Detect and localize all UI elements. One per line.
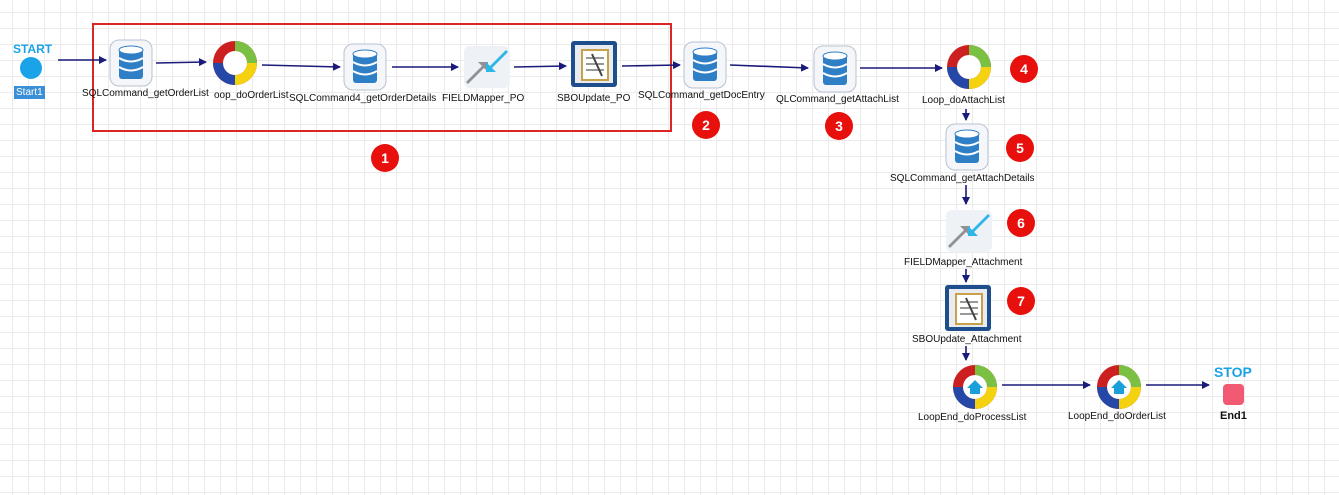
start-tag: Start1 <box>14 86 45 99</box>
node-label: SQLCommand_getAttachDetails <box>890 173 1035 184</box>
edge-n4-n5 <box>513 62 567 71</box>
step-badge-5: 5 <box>1006 134 1034 162</box>
workflow-canvas: START Start1 STOP End1 SQLCommand_getOrd… <box>0 0 1339 495</box>
step-badge-6: 6 <box>1007 209 1035 237</box>
database-icon <box>683 41 727 89</box>
node-label: FIELDMapper_Attachment <box>904 257 1023 268</box>
database-icon <box>109 39 153 87</box>
step-badge-7: 7 <box>1007 287 1035 315</box>
start-node[interactable] <box>20 57 42 79</box>
node-loopend-doprocesslist[interactable] <box>950 362 1000 412</box>
step-badge-2: 2 <box>692 111 720 139</box>
node-sqlcommand-getdocentry[interactable] <box>682 40 732 90</box>
loop-icon <box>213 41 257 85</box>
field-mapper-icon <box>464 46 510 88</box>
node-label: SBOUpdate_Attachment <box>912 334 1022 345</box>
node-label: QLCommand_getAttachList <box>776 94 899 105</box>
edge-n6-n7 <box>729 63 809 72</box>
sbo-update-icon <box>945 285 991 331</box>
sbo-update-icon <box>571 41 617 87</box>
loop-end-icon <box>953 365 997 409</box>
node-label: FIELDMapper_PO <box>442 93 525 104</box>
node-sqlcommand-getorderlist[interactable] <box>108 38 158 88</box>
node-fieldmapper-po[interactable] <box>462 44 512 90</box>
edge-n5-n6 <box>621 61 681 70</box>
field-mapper-icon <box>946 210 992 252</box>
stop-tag: End1 <box>1220 410 1247 422</box>
node-label: LoopEnd_doOrderList <box>1068 411 1166 422</box>
node-sqlcommand4-getorderdetails[interactable] <box>342 42 392 92</box>
step-badge-1: 1 <box>371 144 399 172</box>
node-label: Loop_doAttachList <box>922 95 1005 106</box>
node-loop-doorderlist[interactable] <box>210 38 260 88</box>
step-badge-4: 4 <box>1010 55 1038 83</box>
stop-node[interactable] <box>1223 384 1244 405</box>
stop-title: STOP <box>1214 364 1252 380</box>
database-icon <box>813 45 857 93</box>
database-icon <box>945 123 989 171</box>
node-fieldmapper-attachment[interactable] <box>944 208 994 254</box>
node-label: oop_doOrderList <box>214 90 289 101</box>
loop-end-icon <box>1097 365 1141 409</box>
node-label: SBOUpdate_PO <box>557 93 631 104</box>
edge-n2-n3 <box>261 62 341 71</box>
step-badge-3: 3 <box>825 112 853 140</box>
database-icon <box>343 43 387 91</box>
node-sboupdate-po[interactable] <box>570 40 620 90</box>
node-sboupdate-attachment[interactable] <box>944 284 994 334</box>
loop-icon <box>947 45 991 89</box>
node-label: LoopEnd_doProcessList <box>918 412 1027 423</box>
node-loop-doattachlist[interactable] <box>944 42 994 92</box>
edge-n1-n2 <box>155 58 207 67</box>
node-loopend-doorderlist[interactable] <box>1094 362 1144 412</box>
node-sqlcommand-getattachdetails[interactable] <box>944 122 994 172</box>
node-label: SQLCommand4_getOrderDetails <box>289 93 437 104</box>
start-title: START <box>13 42 53 56</box>
node-sqlcommand-getattachlist[interactable] <box>812 44 862 94</box>
node-label: SQLCommand_getOrderList <box>82 88 209 99</box>
node-label: SQLCommand_getDocEntry <box>638 90 765 101</box>
